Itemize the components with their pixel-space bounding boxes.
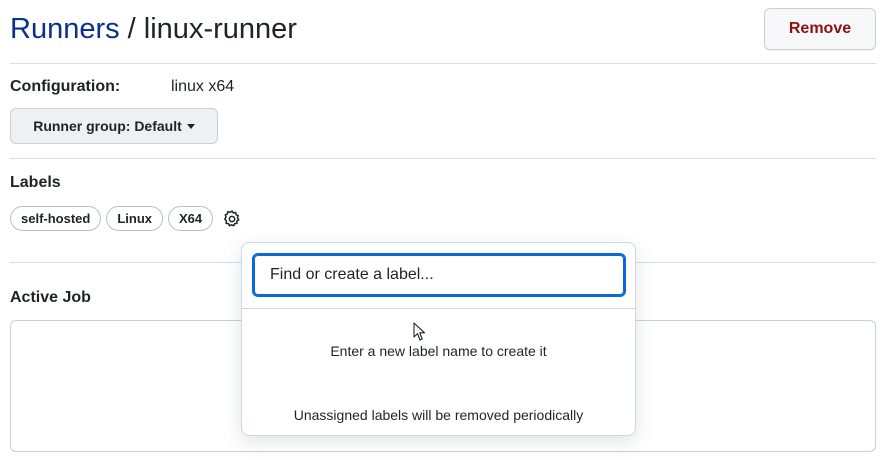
label-chip-linux: Linux — [106, 206, 164, 231]
create-label-hint: Enter a new label name to create it — [330, 343, 547, 359]
runner-name: linux-runner — [143, 13, 297, 45]
active-job-heading: Active Job — [10, 289, 91, 306]
label-search-input[interactable] — [252, 253, 626, 297]
divider — [10, 158, 876, 159]
divider — [10, 63, 876, 64]
runner-group-label: Runner group: Default — [33, 118, 182, 134]
breadcrumb-runners-link[interactable]: Runners — [10, 13, 120, 45]
label-select-popover: Enter a new label name to create it Unas… — [241, 242, 636, 436]
label-chip-x64: X64 — [168, 206, 214, 231]
breadcrumb-separator: / — [119, 13, 144, 45]
popover-divider — [242, 308, 635, 309]
gear-icon[interactable] — [220, 207, 244, 231]
page-title: Runners / linux-runner — [10, 10, 297, 48]
configuration-label: Configuration: — [10, 78, 121, 95]
chevron-down-icon — [186, 124, 195, 129]
mouse-pointer-icon — [413, 322, 426, 341]
runner-group-dropdown[interactable]: Runner group: Default — [10, 108, 218, 144]
configuration-value: linux x64 — [171, 78, 235, 95]
label-chip-self-hosted: self-hosted — [10, 206, 102, 231]
unassigned-labels-note: Unassigned labels will be removed period… — [293, 407, 584, 423]
remove-button[interactable]: Remove — [764, 8, 876, 50]
labels-heading: Labels — [10, 174, 61, 191]
label-list: self-hosted Linux X64 — [10, 206, 244, 231]
